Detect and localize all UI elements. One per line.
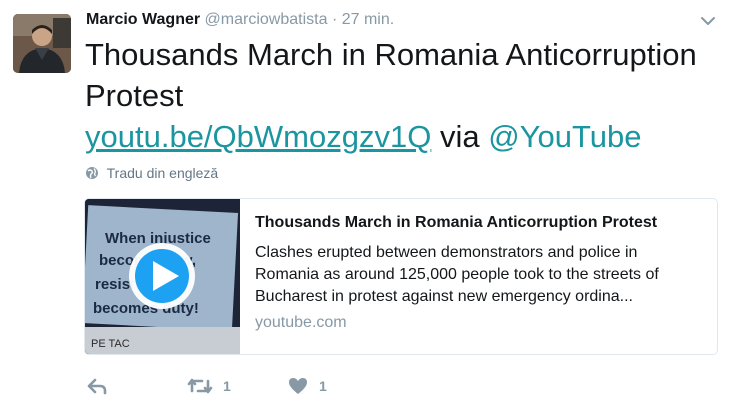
mention-youtube[interactable]: @YouTube [488, 119, 641, 154]
tweet-text-body: Thousands March in Romania Anticorruptio… [85, 37, 697, 113]
card-body: Thousands March in Romania Anticorruptio… [255, 213, 705, 332]
retweet-icon [187, 378, 213, 394]
tweet-timestamp[interactable]: 27 min. [342, 11, 394, 28]
reply-button[interactable] [86, 376, 118, 396]
link-card[interactable]: When injustice becomes law, resistance b… [84, 198, 718, 355]
heart-icon [289, 378, 307, 394]
author-name[interactable]: Marcio Wagner [86, 11, 200, 28]
card-domain: youtube.com [255, 314, 347, 331]
like-count: 1 [319, 378, 327, 394]
card-description: Clashes erupted between demonstrators an… [255, 244, 659, 305]
like-button[interactable]: 1 [287, 376, 327, 396]
via-text: via [439, 119, 480, 154]
tweet-link[interactable]: youtu.be/QbWmozgzv1Q [85, 119, 431, 154]
retweet-button[interactable]: 1 [187, 376, 231, 396]
card-title[interactable]: Thousands March in Romania Anticorruptio… [255, 213, 705, 233]
tweet-text: Thousands March in Romania Anticorruptio… [85, 34, 715, 157]
header-separator: · [331, 11, 338, 28]
author-avatar[interactable] [13, 14, 71, 73]
play-button-icon[interactable] [129, 243, 195, 309]
reply-icon [87, 378, 107, 395]
author-handle[interactable]: @marciowbatista [205, 11, 328, 28]
translate-link[interactable]: Tradu din engleză [85, 165, 218, 181]
card-thumbnail[interactable]: When injustice becomes law, resistance b… [85, 199, 240, 354]
retweet-count: 1 [223, 378, 231, 394]
globe-icon [86, 167, 98, 179]
thumb-footer-text: PE TAC [91, 338, 130, 350]
translate-label: Tradu din engleză [106, 165, 219, 181]
chevron-down-icon[interactable] [699, 12, 717, 30]
tweet-header: Marcio Wagner @marciowbatista · 27 min. [86, 11, 394, 29]
